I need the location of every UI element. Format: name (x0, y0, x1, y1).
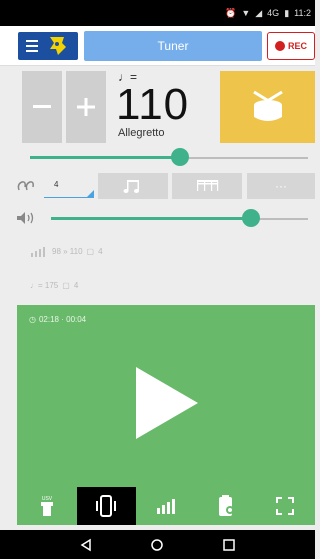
tab-vibrate[interactable] (76, 487, 137, 525)
clock: 11:2 (294, 8, 311, 18)
status-bar: ⏰ ▼ ◢ 4G ▮ 11:2 (0, 0, 315, 26)
drum-button[interactable] (220, 71, 315, 143)
preset-beats: 4 (73, 281, 79, 290)
bottom-tab-bar: USV (17, 487, 315, 525)
vibrate-icon (96, 495, 117, 517)
flash-label: USV (42, 496, 53, 502)
rec-button[interactable]: REC (267, 32, 315, 60)
plus-icon (77, 98, 95, 116)
preset-tempo: ♩= 175 (30, 281, 59, 290)
tab-tuner[interactable]: Tuner (84, 31, 262, 61)
record-dot-icon (274, 41, 285, 51)
flashlight-icon: USV (40, 496, 53, 516)
wifi-icon: ▼ (241, 8, 251, 18)
more-icon: ··· (275, 179, 287, 193)
presets-icon (218, 495, 234, 516)
drum-icon (252, 90, 283, 121)
recents-icon[interactable] (222, 538, 236, 552)
back-icon[interactable] (79, 538, 93, 552)
sixteenth-notes-icon (197, 180, 219, 191)
beats-per-bar-field[interactable]: 4 (44, 178, 94, 198)
subdivision-sixteenths-button[interactable] (172, 173, 242, 199)
preset-info[interactable]: ♩= 175 ▢ 4 (30, 281, 78, 290)
rec-label: REC (287, 41, 307, 51)
menu-button[interactable] (18, 32, 78, 60)
minus-icon (33, 105, 51, 108)
more-subdivisions-button[interactable]: ··· (247, 173, 315, 199)
bars-icon: ▢ (62, 281, 70, 290)
volume-slider-fill (51, 217, 251, 220)
home-icon[interactable] (150, 538, 164, 552)
tempo-slider-thumb[interactable] (171, 148, 189, 166)
trainer-beats: 4 (98, 246, 103, 256)
tempo-name: Allegretto (118, 127, 165, 139)
eighth-notes-icon (123, 180, 139, 193)
volume-slider-thumb[interactable] (242, 209, 260, 227)
tab-trainer[interactable] (136, 487, 196, 525)
dropdown-corner-icon (87, 190, 94, 197)
signal-icon: ◢ (255, 7, 263, 18)
tab-fullscreen[interactable] (255, 487, 315, 525)
alarm-icon: ⏰ (225, 7, 237, 18)
signal-label: 4G (267, 8, 280, 18)
trainer-range: 98 » 110 (52, 246, 83, 256)
clock-icon: ◷ (29, 315, 36, 324)
tab-flash[interactable]: USV (17, 487, 77, 525)
app-logo-icon (50, 37, 66, 55)
trainer-chart-icon (156, 499, 175, 514)
battery-icon: ▮ (284, 7, 290, 18)
timer-value: 02:18 · 00:04 (38, 315, 87, 324)
volume-icon (17, 212, 34, 224)
tempo-slider-fill (30, 156, 180, 159)
trainer-icon (31, 247, 45, 257)
tab-presets[interactable] (196, 487, 256, 525)
tempo-increase-button[interactable] (66, 71, 106, 143)
bpm-value[interactable]: 110 (116, 80, 189, 130)
subdivision-eighths-button[interactable] (98, 173, 168, 199)
beats-value: 4 (54, 180, 59, 189)
top-bar: Tuner REC (0, 26, 315, 66)
trainer-info[interactable]: 98 » 110 ▢ 4 (30, 245, 103, 257)
session-timer: ◷ 02:18 · 00:04 (29, 315, 86, 324)
beats-icon (17, 181, 34, 191)
hamburger-icon (26, 40, 38, 52)
fullscreen-icon (276, 497, 295, 515)
tempo-decrease-button[interactable] (22, 71, 62, 143)
play-panel[interactable]: ◷ 02:18 · 00:04 (17, 305, 315, 487)
bars-icon: ▢ (86, 246, 95, 256)
play-icon[interactable] (136, 367, 198, 439)
system-nav-bar (0, 530, 315, 559)
tab-tuner-label: Tuner (157, 39, 189, 53)
